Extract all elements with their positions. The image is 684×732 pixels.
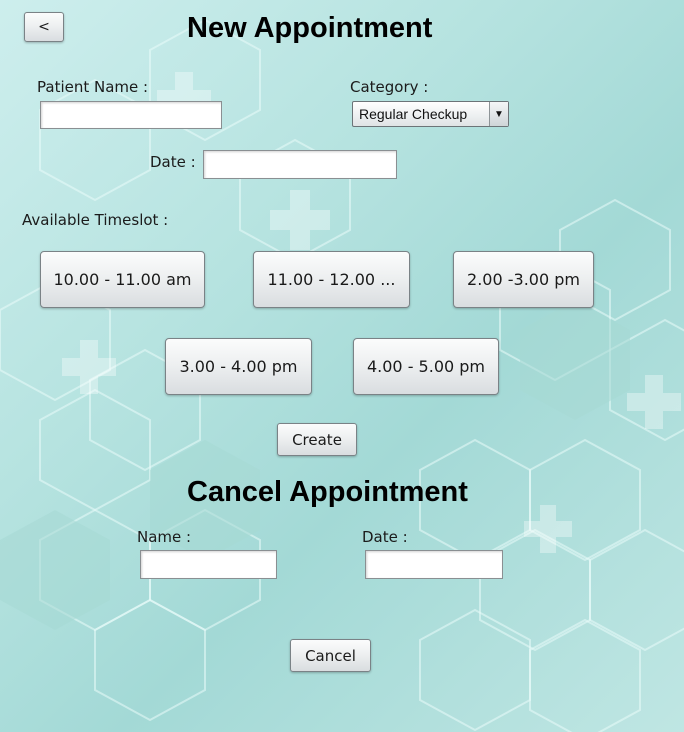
timeslot-button-3[interactable]: 2.00 -3.00 pm	[453, 251, 594, 308]
cancel-button[interactable]: Cancel	[290, 639, 371, 672]
back-button[interactable]: <	[24, 12, 64, 42]
category-label: Category :	[350, 78, 429, 96]
patient-name-field[interactable]	[40, 101, 222, 129]
cancel-date-field[interactable]	[365, 550, 503, 579]
category-select[interactable]: Regular Checkup ▼	[352, 101, 509, 127]
timeslot-label: Available Timeslot :	[22, 211, 169, 229]
category-selected-value: Regular Checkup	[359, 106, 468, 122]
create-button[interactable]: Create	[277, 423, 357, 456]
page-title: New Appointment	[187, 12, 433, 44]
cancel-section-title: Cancel Appointment	[187, 476, 468, 508]
cancel-date-label: Date :	[362, 528, 408, 546]
timeslot-button-5[interactable]: 4.00 - 5.00 pm	[353, 338, 499, 395]
timeslot-button-2[interactable]: 11.00 - 12.00 ...	[253, 251, 410, 308]
date-label: Date :	[150, 153, 196, 171]
cancel-name-field[interactable]	[140, 550, 277, 579]
timeslot-button-4[interactable]: 3.00 - 4.00 pm	[165, 338, 312, 395]
timeslot-button-1[interactable]: 10.00 - 11.00 am	[40, 251, 205, 308]
date-field[interactable]	[203, 150, 397, 179]
cancel-name-label: Name :	[137, 528, 192, 546]
chevron-down-icon[interactable]: ▼	[489, 102, 508, 126]
patient-name-label: Patient Name :	[37, 78, 149, 96]
